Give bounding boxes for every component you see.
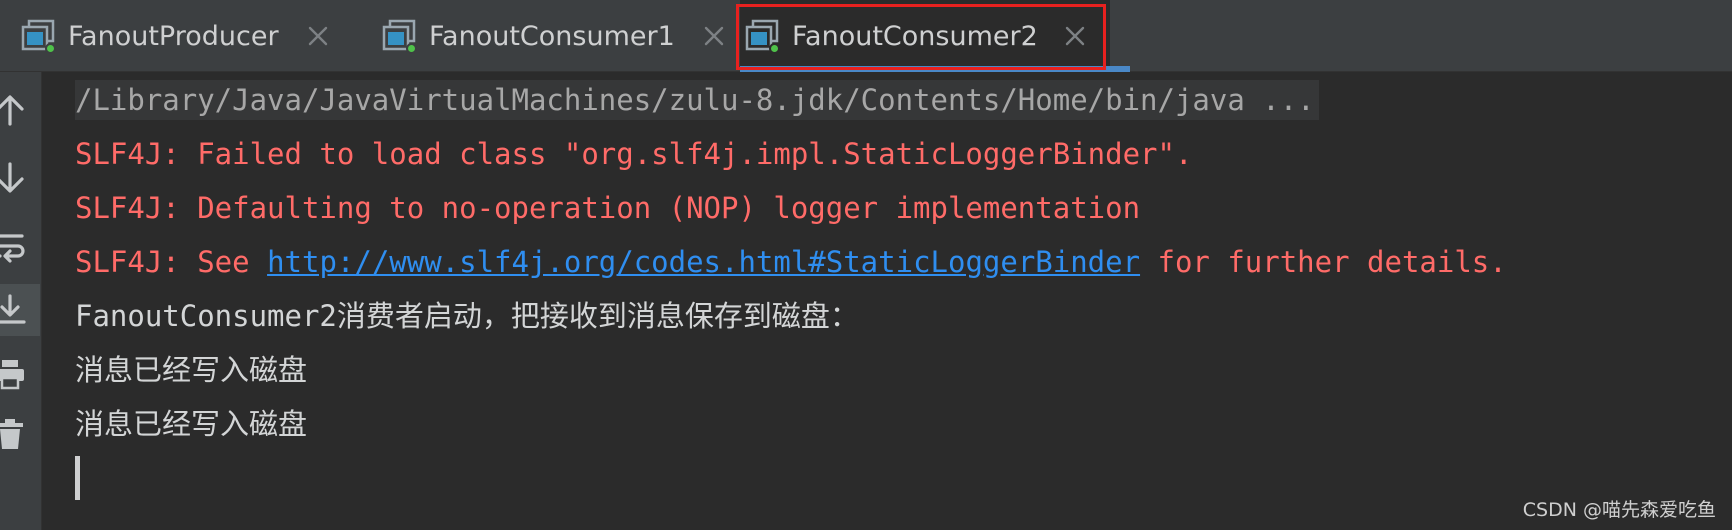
clear-all-button[interactable] [0, 408, 40, 460]
error-line: SLF4J: Failed to load class "org.slf4j.i… [75, 137, 1193, 171]
close-icon[interactable] [1064, 25, 1086, 47]
output-line: 消息已经写入磁盘 [75, 407, 308, 441]
running-indicator-icon [406, 43, 417, 54]
error-line: SLF4J: See http://www.slf4j.org/codes.ht… [75, 242, 1507, 282]
run-console-icon [381, 18, 417, 54]
soft-wrap-icon [0, 234, 25, 263]
command-line[interactable]: /Library/Java/JavaVirtualMachines/zulu-8… [75, 80, 1319, 120]
scroll-down-button[interactable] [0, 152, 40, 204]
error-line: SLF4J: Defaulting to no-operation (NOP) … [75, 191, 1141, 225]
scroll-to-end-button[interactable] [0, 284, 40, 336]
trash-icon [0, 419, 23, 449]
tab-label: FanoutConsumer2 [792, 20, 1038, 52]
console-output[interactable]: /Library/Java/JavaVirtualMachines/zulu-8… [42, 72, 1732, 530]
scroll-up-button[interactable] [0, 84, 40, 136]
arrow-down-icon [0, 162, 24, 193]
tab-label: FanoutConsumer1 [429, 20, 675, 52]
scroll-to-end-icon [0, 294, 26, 324]
soft-wrap-button[interactable] [0, 220, 40, 272]
print-button[interactable] [0, 348, 40, 400]
output-line: FanoutConsumer2消费者启动，把接收到消息保存到磁盘： [75, 299, 859, 333]
console-toolbar [0, 72, 42, 530]
close-icon[interactable] [703, 25, 725, 47]
output-line: 消息已经写入磁盘 [75, 353, 308, 387]
arrow-up-icon [0, 95, 24, 126]
tab-fanout-consumer1[interactable]: FanoutConsumer1 [377, 0, 725, 72]
tab-fanout-consumer2[interactable]: FanoutConsumer2 [736, 0, 1130, 72]
run-console-icon [744, 18, 780, 54]
watermark: CSDN @喵先森爱吃鱼 [1522, 499, 1716, 521]
run-console-icon [20, 18, 56, 54]
tab-label: FanoutProducer [68, 20, 279, 52]
text-caret [75, 456, 80, 500]
error-text: for further details. [1140, 245, 1507, 279]
tab-fanout-producer[interactable]: FanoutProducer [16, 0, 346, 72]
running-indicator-icon [45, 43, 56, 54]
print-icon [0, 360, 24, 390]
error-text: SLF4J: See [75, 245, 268, 279]
slf4j-docs-link[interactable]: http://www.slf4j.org/codes.html#StaticLo… [267, 245, 1140, 279]
run-tab-bar: FanoutProducer FanoutConsumer1 FanoutCon… [0, 0, 1732, 72]
close-icon[interactable] [307, 25, 329, 47]
running-indicator-icon [769, 43, 780, 54]
